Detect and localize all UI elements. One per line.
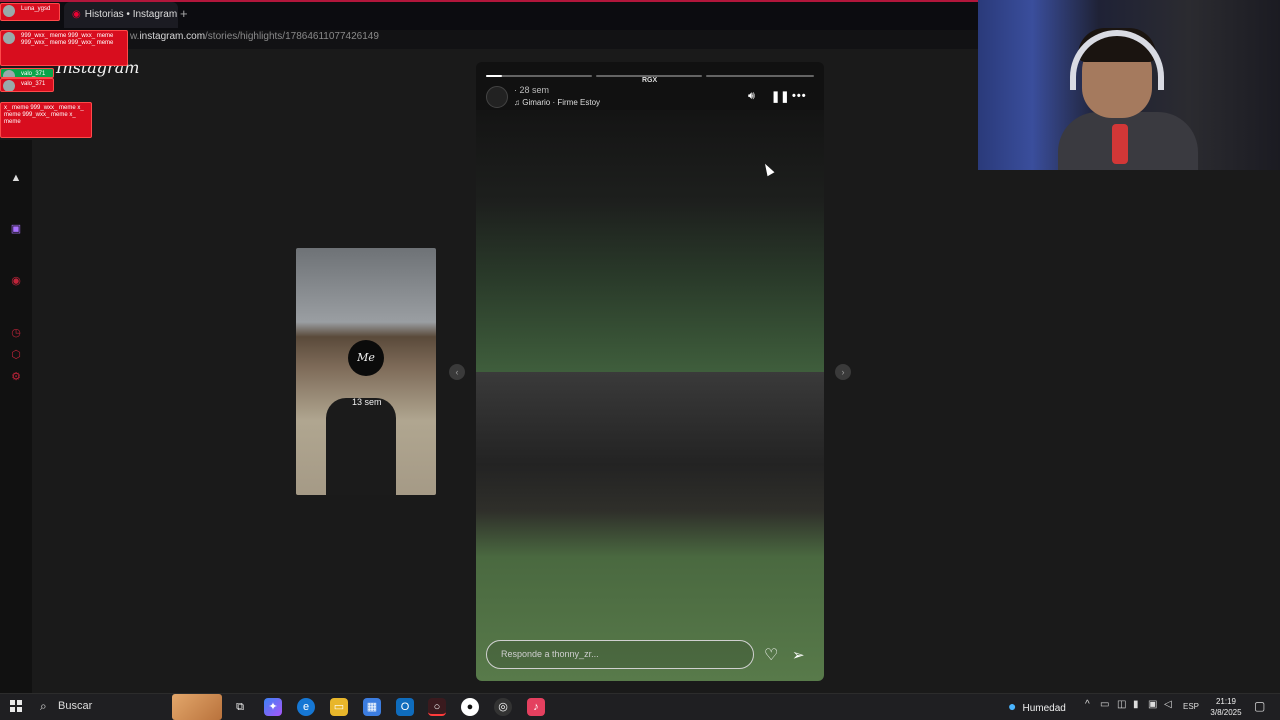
previous-arrow-icon[interactable]: ‹ — [449, 364, 465, 380]
instagram-tab-icon: ◉ — [72, 9, 81, 20]
history-icon[interactable]: ◷ — [9, 326, 23, 340]
obs-icon[interactable]: ◎ — [494, 698, 512, 716]
weather-widget[interactable]: ● Humedad — [1008, 698, 1066, 714]
speaker-icon[interactable]: ◁ — [1164, 699, 1172, 710]
chat-message: valo_371 — [0, 68, 54, 78]
task-view-icon[interactable]: ⧉ — [231, 698, 249, 716]
twitch-icon[interactable]: ▣ — [9, 222, 23, 236]
copilot-icon[interactable]: ✦ — [264, 698, 282, 716]
story-photo-bottom — [476, 372, 824, 681]
heart-icon[interactable]: ♡ — [764, 645, 778, 665]
reply-input[interactable]: Responde a thonny_zr... — [486, 640, 754, 669]
new-tab-button[interactable]: + — [180, 6, 188, 21]
chat-avatar — [3, 32, 15, 44]
chevron-up-icon[interactable]: ^ — [1085, 699, 1090, 710]
preview-photo-person — [326, 398, 396, 495]
chat-message: valo_371 — [0, 78, 54, 92]
webcam-person-body — [1058, 112, 1198, 170]
story-viewer[interactable]: RGX · 28 sem ♫ Gimario · Firme Estoy 🔊︎ … — [476, 62, 824, 681]
preview-time: 13 sem — [352, 397, 382, 407]
pause-icon[interactable]: ❚❚ — [771, 90, 789, 103]
tray-app-icon[interactable]: ▭ — [1100, 699, 1109, 710]
story-badge: RGX — [642, 77, 658, 84]
clock[interactable]: 21:19 3/8/2025 — [1204, 696, 1248, 718]
network-icon[interactable]: ▣ — [1148, 699, 1157, 710]
shape-icon[interactable]: ⬡ — [9, 348, 23, 362]
edge-icon[interactable]: e — [297, 698, 315, 716]
story-progress-segment — [706, 75, 814, 77]
volume-icon[interactable]: 🔊︎ — [748, 90, 755, 103]
tab-title: Historias • Instagram — [84, 9, 178, 20]
more-options-icon[interactable]: ••• — [792, 90, 807, 102]
droplet-icon: ● — [1008, 698, 1017, 714]
story-progress-segment — [486, 75, 592, 77]
store-icon[interactable]: ▦ — [363, 698, 381, 716]
chat-message: Luna_ygsd — [0, 3, 60, 21]
story-photo-top — [476, 110, 824, 372]
tiktok-icon[interactable]: ♪ — [527, 698, 545, 716]
story-avatar[interactable] — [486, 86, 508, 108]
language-indicator[interactable]: ESP — [1183, 702, 1199, 711]
file-explorer-icon[interactable]: ▭ — [330, 698, 348, 716]
browser-tab[interactable]: ◉ Historias • Instagram — [64, 2, 178, 28]
opera-icon[interactable]: ○ — [428, 698, 446, 716]
microphone-icon[interactable]: ▮ — [1133, 699, 1139, 710]
send-icon[interactable]: ➢ — [792, 646, 805, 664]
prism-icon[interactable]: ▲ — [9, 171, 23, 185]
tray-app-icon[interactable]: ◫ — [1117, 699, 1126, 710]
github-icon[interactable]: ● — [461, 698, 479, 716]
next-arrow-icon[interactable]: › — [835, 364, 851, 380]
microphone — [1112, 124, 1128, 164]
preview-avatar[interactable]: Me — [348, 340, 384, 376]
windows-start-icon[interactable] — [10, 700, 22, 712]
story-song[interactable]: ♫ Gimario · Firme Estoy — [514, 98, 600, 107]
outlook-icon[interactable]: O — [396, 698, 414, 716]
record-icon[interactable]: ◉ — [9, 274, 23, 288]
notification-icon[interactable]: ▢ — [1254, 699, 1265, 713]
webcam-overlay — [978, 0, 1280, 170]
settings-icon[interactable]: ⚙ — [9, 370, 23, 384]
chat-message: x_ meme 999_wxx_ meme x_ meme 999_wxx_ m… — [0, 102, 92, 138]
chat-avatar — [3, 80, 15, 91]
chat-avatar — [3, 70, 15, 77]
url-text[interactable]: w.instagram.com/stories/highlights/17864… — [130, 31, 379, 42]
search-highlight-image[interactable] — [172, 694, 222, 720]
chat-avatar — [3, 5, 15, 17]
chat-message: 999_wxx_ meme 999_wxx_ meme 999_wxx_ mem… — [0, 30, 128, 66]
story-time: · 28 sem — [514, 85, 550, 95]
music-icon: ♫ — [514, 98, 520, 107]
